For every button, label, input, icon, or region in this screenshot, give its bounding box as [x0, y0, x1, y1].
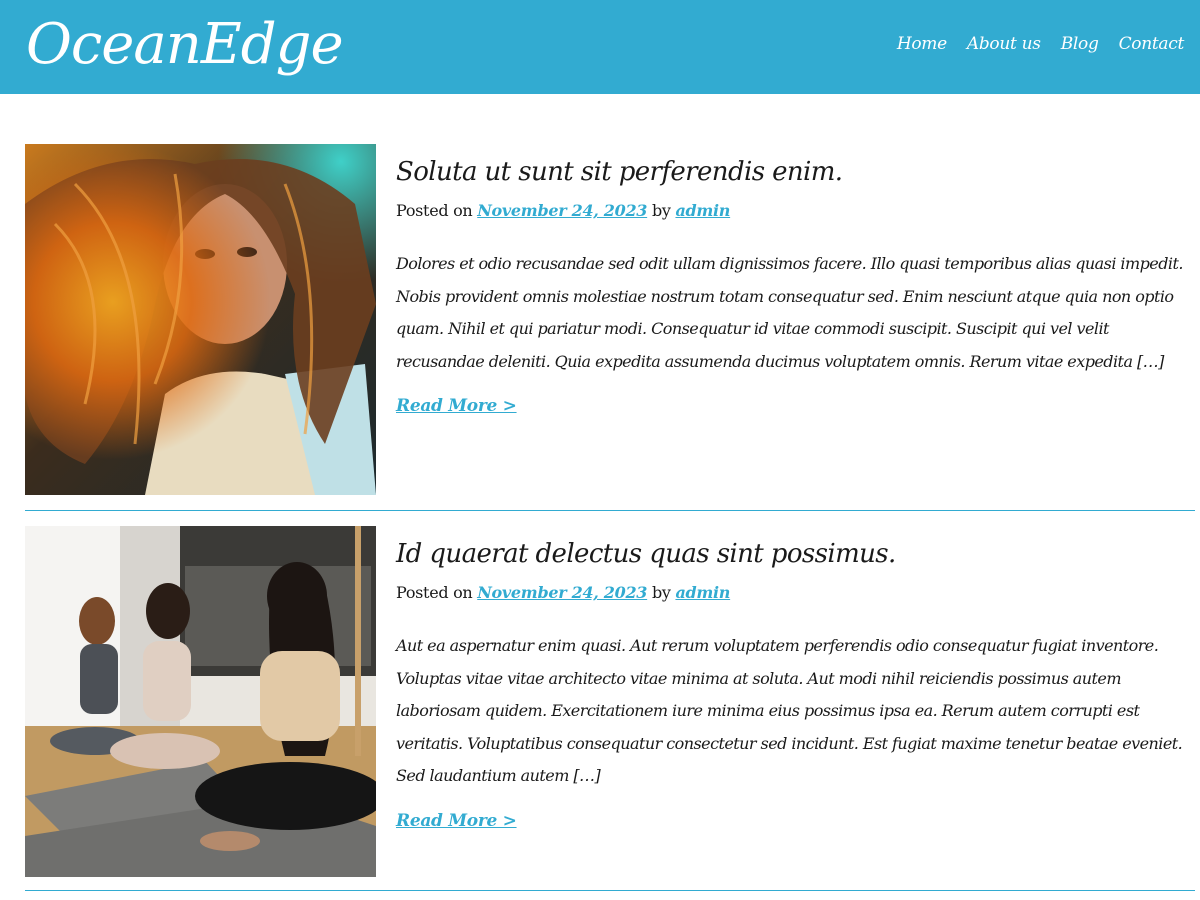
post-excerpt: Dolores et odio recusandae sed odit ulla…	[396, 254, 1183, 371]
nav-item-blog[interactable]: Blog	[1061, 34, 1099, 54]
posted-on-label: Posted on	[396, 583, 473, 602]
post-meta: Posted on November 24, 2023 by admin	[396, 200, 1196, 222]
nav-item-home[interactable]: Home	[897, 34, 947, 54]
post-excerpt: Aut ea aspernatur enim quasi. Aut rerum …	[396, 636, 1183, 785]
post-divider	[25, 890, 1195, 891]
nav-item-contact[interactable]: Contact	[1119, 34, 1185, 54]
read-more-link[interactable]: Read More >	[396, 396, 517, 416]
post-author-link[interactable]: admin	[675, 583, 730, 602]
yoga-class-image	[25, 526, 376, 877]
post-author-link[interactable]: admin	[675, 201, 730, 220]
post-content: Id quaerat delectus quas sint possimus. …	[396, 526, 1196, 831]
site-header: OceanEdge Home About us Blog Contact	[0, 0, 1200, 94]
post-meta: Posted on November 24, 2023 by admin	[396, 582, 1196, 604]
by-label: by	[651, 583, 671, 602]
post-thumbnail[interactable]	[25, 526, 376, 877]
post-date-link[interactable]: November 24, 2023	[477, 201, 647, 220]
post-date-link[interactable]: November 24, 2023	[477, 583, 647, 602]
posted-on-label: Posted on	[396, 201, 473, 220]
nav-item-about-us[interactable]: About us	[967, 34, 1041, 54]
main-nav: Home About us Blog Contact	[897, 34, 1184, 54]
post-content: Soluta ut sunt sit perferendis enim. Pos…	[396, 144, 1196, 416]
post-title[interactable]: Soluta ut sunt sit perferendis enim.	[396, 156, 1196, 188]
post-thumbnail[interactable]	[25, 144, 376, 495]
read-more-link[interactable]: Read More >	[396, 811, 517, 831]
post-title[interactable]: Id quaerat delectus quas sint possimus.	[396, 538, 1196, 570]
portrait-image	[25, 144, 376, 495]
post-card: Soluta ut sunt sit perferendis enim. Pos…	[25, 144, 1195, 496]
post-card: Id quaerat delectus quas sint possimus. …	[25, 526, 1195, 878]
by-label: by	[651, 201, 671, 220]
site-logo[interactable]: OceanEdge	[26, 8, 344, 82]
post-divider	[25, 510, 1195, 511]
